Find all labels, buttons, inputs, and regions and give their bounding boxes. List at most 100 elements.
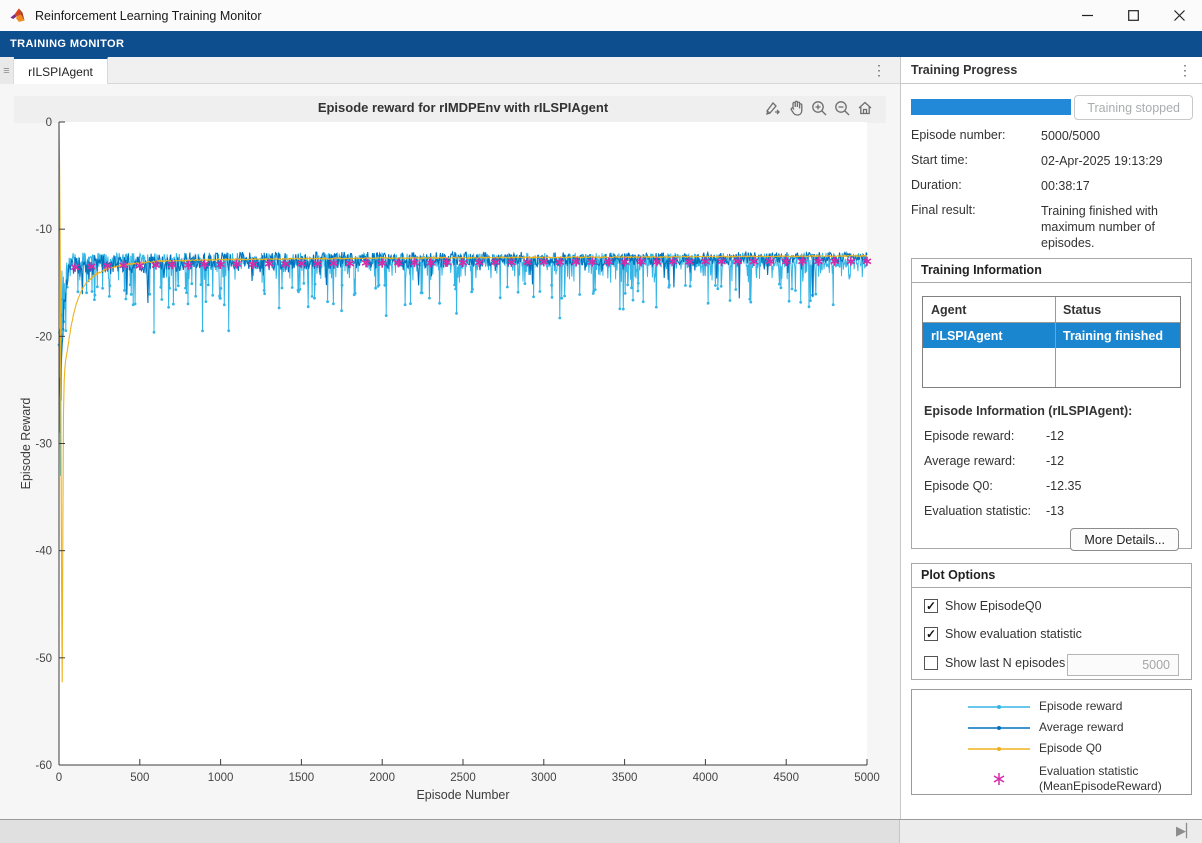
app-window: Reinforcement Learning Training Monitor … (0, 0, 1202, 843)
figure-document: 0500100015002000250030003500400045005000… (0, 84, 900, 819)
svg-text:-10: -10 (35, 224, 52, 236)
tab-rilspiagent[interactable]: rILSPIAgent (14, 57, 108, 84)
agent-status-table: Agent Status rILSPIAgent Training finish… (922, 296, 1181, 388)
zoom-in-icon[interactable] (809, 98, 829, 118)
matlab-logo-icon (9, 7, 26, 24)
field-value: Training finished with maximum number of… (1041, 203, 1193, 251)
final-result-row: Final result: Training finished with max… (911, 203, 1193, 251)
checkbox-label: Show evaluation statistic (945, 627, 1082, 641)
svg-text:2000: 2000 (369, 772, 395, 784)
svg-text:-40: -40 (35, 546, 52, 558)
legend-item-episode-reward: Episode reward (912, 697, 1191, 716)
svg-text:0: 0 (46, 117, 52, 129)
axes-toolbar (763, 98, 875, 118)
n-episodes-input[interactable] (1067, 654, 1179, 676)
episode-q0-stat: Episode Q0: -12.35 (924, 479, 1182, 493)
chart-legend: Episode reward Average reward Episode Q0… (911, 689, 1192, 795)
svg-text:500: 500 (130, 772, 149, 784)
average-reward-stat: Average reward: -12 (924, 454, 1182, 468)
field-label: Start time: (911, 153, 1041, 169)
svg-text:1500: 1500 (289, 772, 315, 784)
episode-q0-line-marker-icon (968, 744, 1030, 754)
stat-value: -12 (1046, 454, 1064, 468)
episode-information-title: Episode Information (rILSPIAgent): (924, 404, 1132, 418)
legend-item-evaluation-statistic: Evaluation statistic(MeanEpisodeReward) (912, 762, 1191, 796)
episode-reward-line-marker-icon (968, 702, 1030, 712)
checkbox-label: Show EpisodeQ0 (945, 599, 1042, 613)
stat-label: Episode Q0: (924, 479, 1046, 493)
evaluation-statistic-asterisk-icon (968, 771, 1030, 787)
evaluation-statistic-stat: Evaluation statistic: -13 (924, 504, 1182, 518)
restore-view-icon[interactable] (855, 98, 875, 118)
window-title: Reinforcement Learning Training Monitor (35, 9, 262, 23)
svg-text:-20: -20 (35, 331, 52, 343)
more-details-button[interactable]: More Details... (1070, 528, 1179, 551)
stat-value: -12 (1046, 429, 1064, 443)
legend-label: Average reward (1030, 720, 1124, 735)
collapse-panel-icon[interactable]: ▶▏ (1176, 823, 1196, 839)
checkbox[interactable]: ✓ (924, 627, 938, 641)
title-bar: Reinforcement Learning Training Monitor (0, 0, 1202, 31)
toolstrip-tab-training-monitor[interactable]: TRAINING MONITOR (10, 38, 124, 50)
duration-row: Duration: 00:38:17 (911, 178, 1193, 194)
chart-title: Episode reward for rIMDPEnv with rILSPIA… (59, 100, 867, 115)
show-episodeq0-option[interactable]: ✓ Show EpisodeQ0 (924, 599, 1042, 613)
checkbox[interactable] (924, 656, 938, 670)
pan-icon[interactable] (786, 98, 806, 118)
episode-reward-stat: Episode reward: -12 (924, 429, 1182, 443)
legend-label: Episode reward (1030, 699, 1122, 714)
svg-text:4000: 4000 (693, 772, 719, 784)
field-value: 02-Apr-2025 19:13:29 (1041, 153, 1193, 169)
svg-text:5000: 5000 (854, 772, 880, 784)
svg-text:3000: 3000 (531, 772, 557, 784)
training-stopped-button[interactable]: Training stopped (1074, 95, 1193, 120)
checkbox-label: Show last N episodes (945, 656, 1065, 670)
document-scroll-strip[interactable] (0, 820, 900, 843)
field-label: Duration: (911, 178, 1041, 194)
show-evaluation-statistic-option[interactable]: ✓ Show evaluation statistic (924, 627, 1082, 641)
training-progress-bar (911, 99, 1071, 115)
svg-text:4500: 4500 (773, 772, 799, 784)
field-label: Episode number: (911, 128, 1041, 144)
legend-label: Episode Q0 (1030, 741, 1102, 756)
zoom-out-icon[interactable] (832, 98, 852, 118)
stat-value: -13 (1046, 504, 1064, 518)
document-tab-strip: ≡ rILSPIAgent ⋮ Training Progress ⋮ (0, 57, 1202, 84)
field-value: 00:38:17 (1041, 178, 1193, 194)
status-cell: Training finished (1055, 329, 1180, 343)
toolstrip: TRAINING MONITOR (0, 31, 1202, 57)
svg-text:1000: 1000 (208, 772, 234, 784)
reward-plot: 0500100015002000250030003500400045005000… (0, 84, 900, 819)
svg-text:-50: -50 (35, 653, 52, 665)
close-button[interactable] (1156, 0, 1202, 31)
panel-menu-icon[interactable]: ⋮ (1178, 63, 1192, 77)
status-bar: ▶▏ (0, 819, 1202, 843)
svg-text:-60: -60 (35, 760, 52, 772)
column-header-status: Status (1055, 303, 1180, 317)
stat-value: -12.35 (1046, 479, 1081, 493)
training-progress-header: Training Progress ⋮ (900, 57, 1202, 84)
stat-label: Episode reward: (924, 429, 1046, 443)
panel-title: Training Progress (911, 63, 1017, 77)
stat-label: Average reward: (924, 454, 1046, 468)
legend-label: Evaluation statistic(MeanEpisodeReward) (1030, 764, 1162, 794)
minimize-button[interactable] (1064, 0, 1110, 31)
svg-text:Episode Number: Episode Number (416, 788, 509, 802)
svg-text:2500: 2500 (450, 772, 476, 784)
checkbox[interactable]: ✓ (924, 599, 938, 613)
stat-label: Evaluation statistic: (924, 504, 1046, 518)
show-last-n-episodes-option[interactable]: Show last N episodes (924, 656, 1065, 670)
start-time-row: Start time: 02-Apr-2025 19:13:29 (911, 153, 1193, 169)
table-header-row: Agent Status (923, 297, 1180, 323)
plot-options-group: Plot Options ✓ Show EpisodeQ0 ✓ Show eva… (911, 563, 1192, 680)
average-reward-line-marker-icon (968, 723, 1030, 733)
legend-item-episode-q0: Episode Q0 (912, 739, 1191, 758)
table-row[interactable]: rILSPIAgent Training finished (923, 323, 1180, 348)
tab-strip-grip-icon[interactable]: ≡ (0, 57, 14, 84)
legend-item-average-reward: Average reward (912, 718, 1191, 737)
maximize-button[interactable] (1110, 0, 1156, 31)
agent-cell: rILSPIAgent (923, 329, 1055, 343)
tab-strip-menu-icon[interactable]: ⋮ (872, 63, 886, 77)
training-information-title: Training Information (912, 259, 1191, 283)
export-icon[interactable] (763, 98, 783, 118)
